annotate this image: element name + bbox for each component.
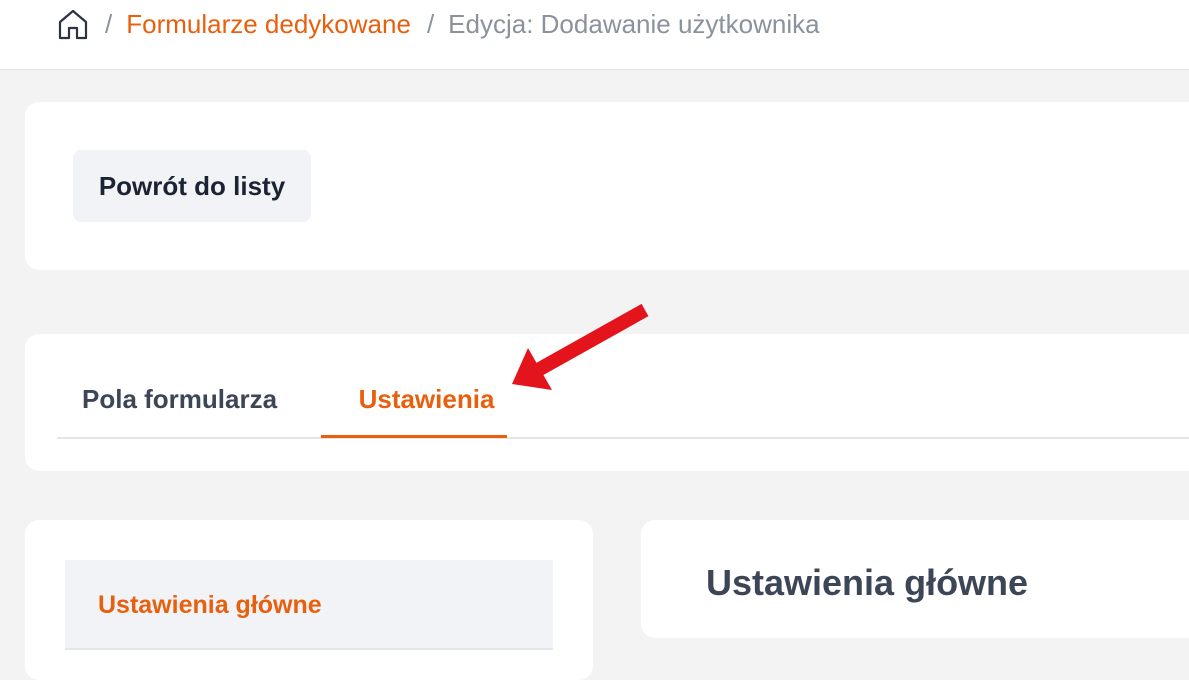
sidebar-item-label: Ustawienia główne (98, 591, 322, 619)
tabs-divider (57, 437, 1189, 439)
breadcrumb-current: Edycja: Dodawanie użytkownika (448, 8, 820, 39)
home-icon[interactable] (57, 8, 89, 40)
top-bar: / Formularze dedykowane / Edycja: Dodawa… (0, 0, 1189, 70)
tab-settings[interactable]: Ustawienia (346, 384, 507, 415)
page-title: Ustawienia główne (706, 562, 1029, 603)
breadcrumb-link-forms[interactable]: Formularze dedykowane (126, 9, 411, 40)
red-arrow-icon (512, 303, 649, 390)
back-to-list-button[interactable]: Powrót do listy (73, 150, 311, 222)
sidebar-item-main-settings[interactable]: Ustawienia główne (65, 560, 553, 650)
active-tab-indicator (321, 435, 507, 438)
actions-card: Powrót do listy (25, 102, 1189, 270)
breadcrumb-separator: / (426, 8, 435, 39)
tab-form-fields[interactable]: Pola formularza (82, 384, 277, 415)
breadcrumb: / Formularze dedykowane / Edycja: Dodawa… (57, 6, 820, 42)
settings-content: Ustawienia główne (641, 520, 1189, 638)
breadcrumb-separator: / (105, 8, 113, 39)
settings-sidebar: Ustawienia główne (25, 520, 593, 680)
